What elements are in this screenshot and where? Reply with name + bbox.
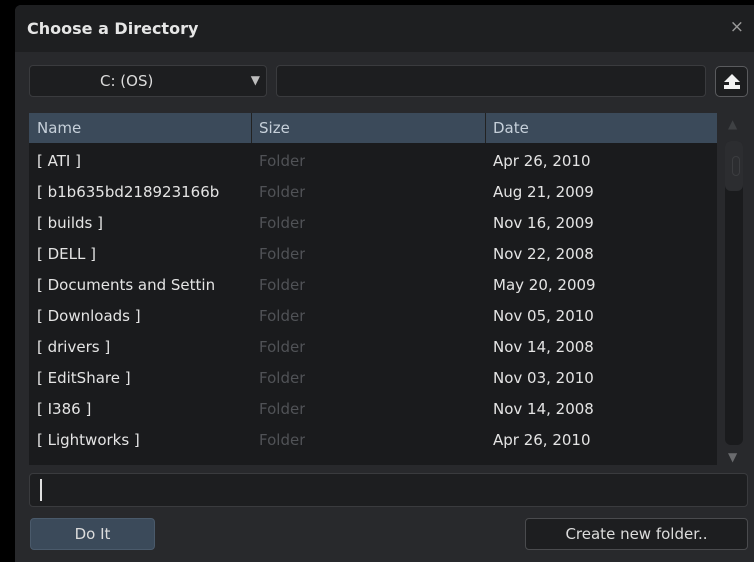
column-divider[interactable]: [485, 113, 486, 143]
cell-date: Nov 14, 2008: [493, 400, 594, 418]
cell-name: [ DELL ]: [37, 245, 96, 263]
text-caret: [40, 479, 42, 501]
cell-name: [ Downloads ]: [37, 307, 141, 325]
scroll-track[interactable]: [725, 141, 743, 445]
cell-name: [ I386 ]: [37, 400, 92, 418]
cell-size: Folder: [259, 400, 306, 418]
cell-date: Apr 26, 2010: [493, 152, 591, 170]
cell-size: Folder: [259, 338, 306, 356]
scroll-down-icon[interactable]: ▼: [728, 450, 737, 464]
list-item[interactable]: [ Documents and Settin Folder May 20, 2009: [29, 269, 717, 300]
column-header-size[interactable]: Size: [259, 119, 290, 137]
list-item[interactable]: [ b1b635bd218923166b Folder Aug 21, 2009: [29, 176, 717, 207]
list-item[interactable]: [ builds ] Folder Nov 16, 2009: [29, 207, 717, 238]
cell-size: Folder: [259, 245, 306, 263]
list-header: Name Size Date: [29, 113, 717, 143]
cell-name: [ EditShare ]: [37, 369, 131, 387]
cell-name: [ b1b635bd218923166b: [37, 183, 220, 201]
cell-name: [ ATI ]: [37, 152, 81, 170]
dialog-title: Choose a Directory: [27, 19, 199, 38]
cell-size: Folder: [259, 152, 306, 170]
cell-date: Nov 22, 2008: [493, 245, 594, 263]
create-new-folder-button[interactable]: Create new folder..: [525, 518, 748, 550]
cell-date: Nov 14, 2008: [493, 338, 594, 356]
cell-size: Folder: [259, 369, 306, 387]
close-icon[interactable]: ×: [730, 17, 744, 37]
cell-date: Aug 21, 2009: [493, 183, 594, 201]
choose-directory-dialog: Choose a Directory × C: (OS) ▼ Name Size…: [15, 5, 754, 562]
cell-size: Folder: [259, 307, 306, 325]
titlebar: Choose a Directory ×: [15, 5, 754, 52]
column-header-date[interactable]: Date: [493, 119, 529, 137]
column-header-name[interactable]: Name: [37, 119, 81, 137]
cell-size: Folder: [259, 276, 306, 294]
cell-size: Folder: [259, 183, 306, 201]
list-item[interactable]: [ EditShare ] Folder Nov 03, 2010: [29, 362, 717, 393]
cell-name: [ Documents and Settin: [37, 276, 216, 294]
cell-date: Nov 03, 2010: [493, 369, 594, 387]
cell-name: [ Lightworks ]: [37, 431, 140, 449]
list-item[interactable]: [ ATI ] Folder Apr 26, 2010: [29, 145, 717, 176]
list-item[interactable]: [ DELL ] Folder Nov 22, 2008: [29, 238, 717, 269]
cell-date: Apr 26, 2010: [493, 431, 591, 449]
scroll-grip: [732, 156, 740, 176]
list-item[interactable]: [ Lightworks ] Folder Apr 26, 2010: [29, 424, 717, 455]
cell-name: [ builds ]: [37, 214, 103, 232]
cell-size: Folder: [259, 431, 306, 449]
chevron-down-icon: ▼: [250, 73, 260, 87]
cell-name: [ drivers ]: [37, 338, 111, 356]
path-input[interactable]: [276, 65, 706, 97]
drive-dropdown[interactable]: C: (OS) ▼: [29, 65, 267, 97]
up-arrow-icon: [724, 74, 740, 89]
list-scrollbar[interactable]: ▲ ▼: [721, 113, 749, 467]
cell-date: May 20, 2009: [493, 276, 596, 294]
cell-size: Folder: [259, 214, 306, 232]
list-item[interactable]: [ drivers ] Folder Nov 14, 2008: [29, 331, 717, 362]
column-divider[interactable]: [251, 113, 252, 143]
do-it-button[interactable]: Do It: [30, 518, 155, 550]
cell-date: Nov 05, 2010: [493, 307, 594, 325]
file-list: Name Size Date [ ATI ] Folder Apr 26, 2010…: [29, 113, 717, 465]
list-item[interactable]: [ Downloads ] Folder Nov 05, 2010: [29, 300, 717, 331]
list-item[interactable]: [ I386 ] Folder Nov 14, 2008: [29, 393, 717, 424]
parent-directory-button[interactable]: [715, 66, 748, 97]
cell-date: Nov 16, 2009: [493, 214, 594, 232]
scroll-thumb[interactable]: [725, 141, 743, 191]
directory-name-input[interactable]: [29, 473, 748, 507]
drive-selected-label: C: (OS): [100, 72, 154, 90]
scroll-up-icon[interactable]: ▲: [728, 117, 737, 131]
